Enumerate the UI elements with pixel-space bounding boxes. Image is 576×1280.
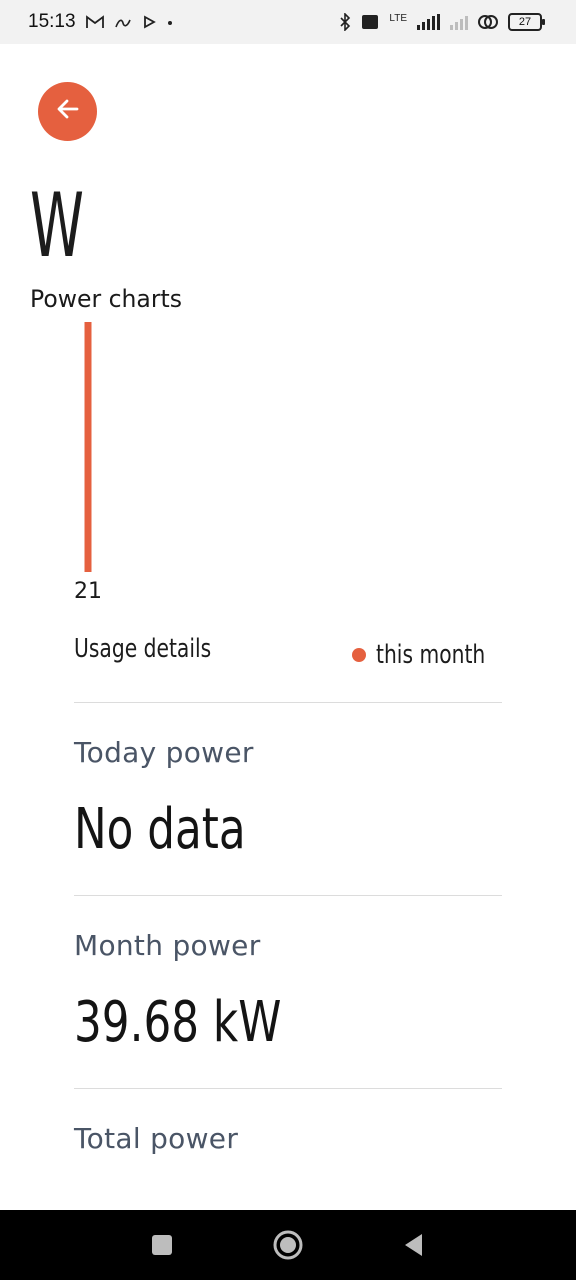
home-circle-icon (273, 1230, 303, 1260)
signal-icon (417, 14, 440, 30)
bluetooth-icon (339, 13, 351, 31)
chart-bar (84, 322, 92, 572)
square-icon (152, 1235, 172, 1255)
month-power-value: 39.68 kW (74, 990, 282, 1055)
back-nav-button[interactable] (394, 1225, 434, 1265)
play-icon (142, 15, 156, 29)
usage-details-title: Usage details (74, 634, 212, 664)
recents-button[interactable] (142, 1225, 182, 1265)
status-left: 15:13 (28, 11, 174, 33)
chart-legend: this month (352, 640, 516, 670)
volte-icon (361, 13, 379, 31)
status-time: 15:13 (28, 11, 76, 32)
home-button[interactable] (268, 1225, 308, 1265)
legend-label: this month (376, 640, 486, 670)
gmail-icon (85, 15, 104, 29)
divider (74, 895, 502, 896)
signal-weak-icon (450, 14, 468, 30)
today-power-value: No data (74, 797, 246, 862)
status-right: LTE 27 (339, 13, 545, 31)
swirl-app-icon (114, 15, 132, 29)
triangle-back-icon (405, 1234, 422, 1256)
divider (74, 1088, 502, 1089)
battery-icon: 27 (508, 13, 545, 31)
arrow-left-icon (55, 96, 81, 127)
dot-icon (166, 15, 174, 29)
power-chart: 21 (74, 322, 102, 604)
back-button[interactable] (38, 82, 97, 141)
legend-dot (352, 648, 366, 662)
page-subtitle: Power charts (30, 285, 182, 313)
today-power-label: Today power (74, 736, 254, 769)
chart-x-tick-label: 21 (74, 579, 102, 604)
total-power-label: Total power (74, 1122, 239, 1155)
month-power-label: Month power (74, 929, 261, 962)
status-bar: 15:13 LTE 27 (0, 0, 576, 44)
system-nav-bar (0, 1210, 576, 1280)
lte-label: LTE (389, 13, 407, 24)
divider (74, 702, 502, 703)
hotspot-icon (478, 14, 498, 30)
page-title: W (30, 174, 85, 277)
